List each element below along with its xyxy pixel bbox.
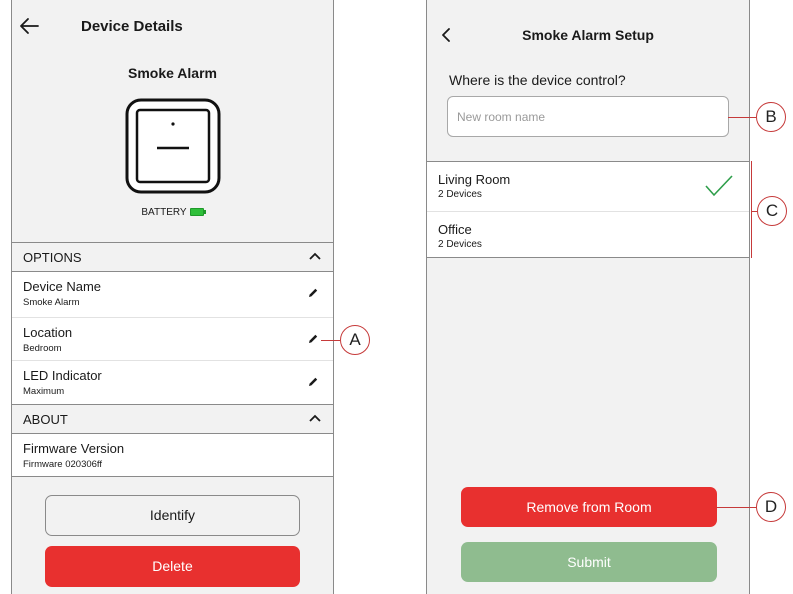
room-item-office[interactable]: Office 2 Devices xyxy=(427,212,749,259)
arrow-left-icon[interactable] xyxy=(18,16,40,36)
option-title: Device Name xyxy=(23,279,102,294)
about-value: Firmware 020306ff xyxy=(23,459,103,470)
about-section-label: ABOUT xyxy=(23,412,68,427)
room-item-living-room[interactable]: Living Room 2 Devices xyxy=(427,162,749,209)
chevron-up-icon[interactable] xyxy=(309,252,321,260)
submit-button[interactable]: Submit xyxy=(461,542,717,582)
callout-b-line xyxy=(728,117,756,118)
page-title: Smoke Alarm Setup xyxy=(522,27,654,43)
callout-c: C xyxy=(757,196,787,226)
option-value: Bedroom xyxy=(23,343,62,354)
options-section-label: OPTIONS xyxy=(23,250,82,265)
smoke-alarm-setup-screen: Smoke Alarm Setup Where is the device co… xyxy=(426,0,750,594)
room-device-count: 2 Devices xyxy=(438,189,482,200)
option-title: Location xyxy=(23,325,73,340)
battery-icon xyxy=(189,208,206,217)
callout-a: A xyxy=(340,325,370,355)
about-row-firmware: Firmware Version Firmware 020306ff xyxy=(12,434,333,476)
chevron-up-icon[interactable] xyxy=(309,414,321,422)
options-section-header[interactable]: OPTIONS xyxy=(12,243,333,271)
device-name-heading: Smoke Alarm xyxy=(128,65,217,81)
new-room-name-input[interactable] xyxy=(447,96,729,137)
option-value: Maximum xyxy=(23,386,65,397)
delete-button[interactable]: Delete xyxy=(45,546,300,587)
device-details-screen: Device Details Smoke Alarm BATTERY OPTIO… xyxy=(11,0,334,594)
location-question: Where is the device control? xyxy=(449,72,626,88)
divider xyxy=(12,476,333,477)
callout-d: D xyxy=(756,492,786,522)
smoke-alarm-device-icon xyxy=(125,98,221,194)
callout-b: B xyxy=(756,102,786,132)
battery-status: BATTERY xyxy=(12,207,333,218)
option-row-led-indicator[interactable]: LED Indicator Maximum xyxy=(12,361,333,404)
callout-a-line xyxy=(321,340,340,341)
battery-label: BATTERY xyxy=(141,207,187,218)
about-section-header[interactable]: ABOUT xyxy=(12,405,333,433)
callout-d-line xyxy=(716,507,756,508)
pencil-icon[interactable] xyxy=(307,376,319,388)
page-title: Device Details xyxy=(81,18,183,35)
option-value: Smoke Alarm xyxy=(23,297,80,308)
checkmark-icon xyxy=(705,175,733,197)
option-row-location[interactable]: Location Bedroom xyxy=(12,318,333,360)
remove-from-room-button[interactable]: Remove from Room xyxy=(461,487,717,527)
identify-button[interactable]: Identify xyxy=(45,495,300,536)
option-title: LED Indicator xyxy=(23,368,102,383)
room-name: Living Room xyxy=(438,172,511,187)
callout-c-bracket xyxy=(748,161,752,258)
room-list: Living Room 2 Devices Office 2 Devices xyxy=(427,161,749,258)
room-name: Office xyxy=(438,222,472,237)
option-row-device-name[interactable]: Device Name Smoke Alarm xyxy=(12,272,333,317)
pencil-icon[interactable] xyxy=(307,287,319,299)
pencil-icon[interactable] xyxy=(307,333,319,345)
room-device-count: 2 Devices xyxy=(438,239,482,250)
about-title: Firmware Version xyxy=(23,441,125,456)
